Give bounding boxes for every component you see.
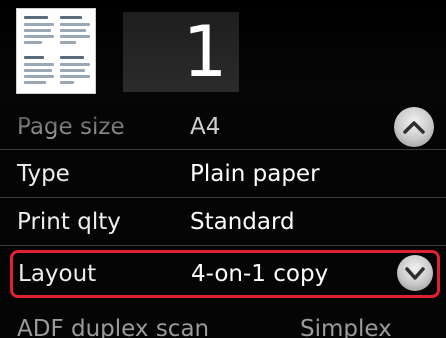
preview-page-1: [24, 14, 54, 48]
setting-value: 4-on-1 copy: [191, 261, 329, 287]
setting-label: Page size: [17, 104, 125, 150]
chevron-up-icon: [403, 121, 425, 134]
setting-value: A4: [190, 114, 221, 140]
setting-row-adf-duplex-scan[interactable]: ADF duplex scan Simplex: [0, 304, 446, 338]
setting-value: Simplex: [300, 316, 392, 338]
setting-value: Plain paper: [190, 161, 320, 187]
setting-row-print-qlty[interactable]: Print qlty Standard: [0, 198, 446, 246]
setting-value: Standard: [190, 209, 295, 235]
header-area: 1: [0, 0, 446, 104]
setting-row-layout[interactable]: Layout 4-on-1 copy: [10, 250, 440, 298]
chevron-down-icon: [405, 266, 425, 280]
setting-row-type[interactable]: Type Plain paper: [0, 150, 446, 198]
preview-page-3: [24, 54, 54, 88]
scroll-up-button[interactable]: [394, 107, 434, 147]
setting-label: Layout: [18, 261, 97, 287]
copies-count: 1: [182, 11, 228, 93]
settings-list: Page size A4 Type Plain paper Print qlty…: [0, 104, 446, 338]
preview-page-4: [60, 54, 90, 88]
setting-label: ADF duplex scan: [17, 316, 210, 338]
4-on-1-layout-preview-icon: [16, 8, 96, 94]
setting-label: Print qlty: [17, 209, 121, 235]
setting-label: Type: [17, 161, 70, 187]
preview-page-2: [60, 14, 90, 48]
scroll-down-button[interactable]: [397, 255, 433, 291]
setting-row-page-size[interactable]: Page size A4: [0, 104, 446, 150]
